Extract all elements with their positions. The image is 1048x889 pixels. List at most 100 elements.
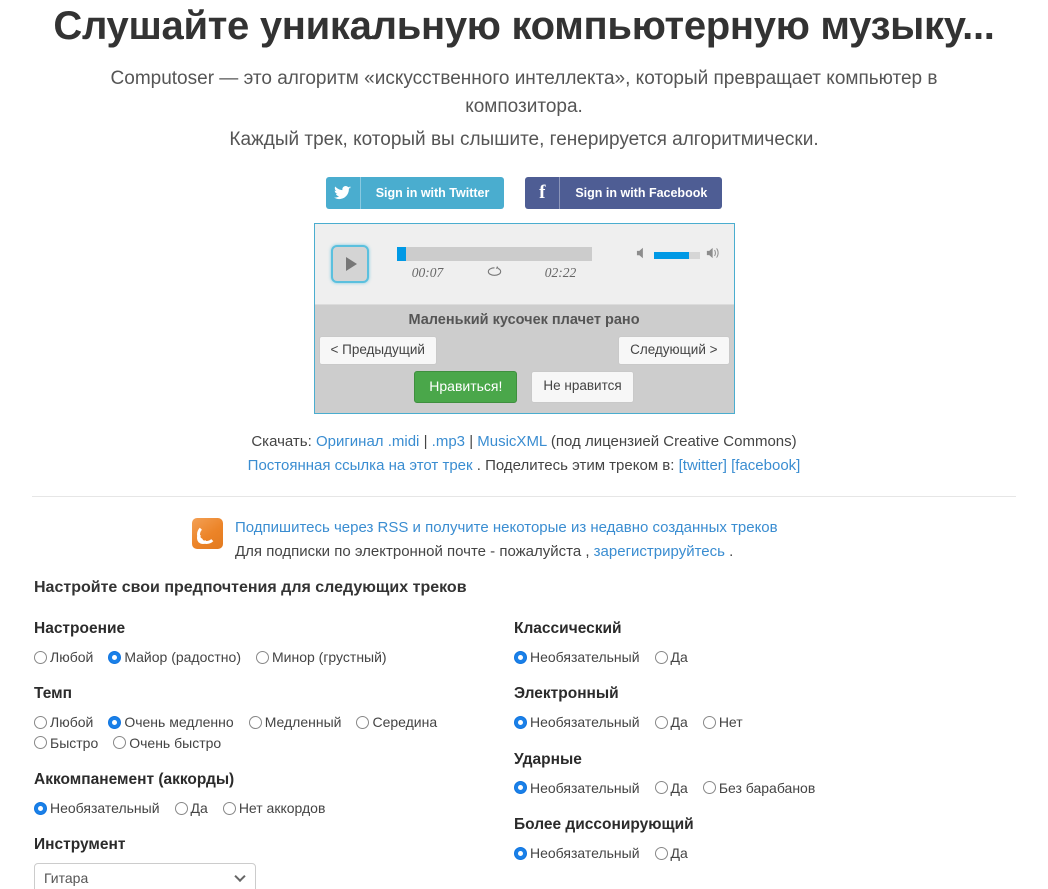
radio-indicator[interactable] xyxy=(108,650,122,664)
license-note: (под лицензией Creative Commons) xyxy=(550,432,797,450)
radio-indicator[interactable] xyxy=(34,801,47,815)
radio-indicator[interactable] xyxy=(248,716,262,730)
download-midi-link[interactable]: Оригинал .midi xyxy=(316,433,419,450)
download-prefix: Скачать: xyxy=(251,432,312,450)
pref-group-настроение: Настроение Любой Майор (радостно) Минор (гр… xyxy=(34,620,514,667)
radio-option-середина[interactable]: Середина xyxy=(356,712,437,732)
radio-option-label: Да xyxy=(670,779,688,796)
previous-track-button[interactable]: < Предыдущий xyxy=(318,335,437,365)
radio-option-label: Необязательный xyxy=(530,649,640,666)
radio-option-необязательный[interactable]: Необязательный xyxy=(514,778,640,798)
audio-player: 00:07 02:22 Маленький кусочек плачет ран… xyxy=(313,222,735,414)
pref-options: Необязательный Да Нет аккордов xyxy=(34,798,514,818)
radio-indicator[interactable] xyxy=(34,716,47,730)
preferences-right-column: Классический Необязательный Да Электронный Н… xyxy=(514,620,1014,889)
radio-option-необязательный[interactable]: Необязательный xyxy=(514,843,640,863)
share-facebook-link[interactable]: [facebook] xyxy=(731,457,800,474)
radio-indicator[interactable] xyxy=(514,846,527,860)
radio-indicator[interactable] xyxy=(34,650,47,664)
radio-indicator[interactable] xyxy=(654,781,668,795)
pref-options: Любой Майор (радостно) Минор (грустный) xyxy=(34,647,514,667)
radio-option-очень-быстро[interactable]: Очень быстро xyxy=(113,733,221,753)
radio-option-любой[interactable]: Любой xyxy=(34,647,93,667)
radio-option-необязательный[interactable]: Необязательный xyxy=(514,647,640,667)
player-rating-row: Нравиться! Не нравится xyxy=(314,370,734,413)
volume-slider-fill xyxy=(653,252,690,260)
radio-option-да[interactable]: Да xyxy=(174,798,208,818)
radio-option-необязательный[interactable]: Необязательный xyxy=(514,712,640,732)
radio-option-нет[interactable]: Нет xyxy=(702,712,743,732)
radio-option-необязательный[interactable]: Необязательный xyxy=(34,798,160,818)
radio-option-да[interactable]: Да xyxy=(654,843,688,863)
radio-indicator[interactable] xyxy=(514,781,527,795)
radio-option-label: Майор (радостно) xyxy=(124,649,241,666)
pref-options: Необязательный Да xyxy=(514,647,1014,667)
play-button[interactable] xyxy=(330,244,369,283)
download-separator-1: | xyxy=(423,432,428,450)
pref-group-ударные: Ударные Необязательный Да Без барабанов xyxy=(514,751,1014,798)
hero-subtitle-secondary: Каждый трек, который вы слышите, генерир… xyxy=(229,129,819,151)
radio-option-да[interactable]: Да xyxy=(654,647,688,667)
radio-option-label: Да xyxy=(670,845,688,862)
radio-indicator[interactable] xyxy=(113,736,127,750)
radio-option-любой[interactable]: Любой xyxy=(34,712,93,732)
next-track-button[interactable]: Следующий > xyxy=(618,335,730,365)
volume-slider[interactable] xyxy=(653,252,700,260)
volume-mute-icon[interactable] xyxy=(635,246,649,265)
radio-option-без-барабанов[interactable]: Без барабанов xyxy=(702,778,816,798)
radio-indicator[interactable] xyxy=(514,650,527,664)
radio-option-нет-аккордов[interactable]: Нет аккордов xyxy=(222,798,325,818)
download-musicxml-link[interactable]: MusicXML xyxy=(477,433,546,450)
permalink-link[interactable]: Постоянная ссылка на этот трек xyxy=(248,457,473,474)
radio-option-label: Без барабанов xyxy=(718,779,816,796)
pref-group-title: Ударные xyxy=(514,750,582,768)
like-button[interactable]: Нравиться! xyxy=(414,370,518,403)
pref-group-title: Аккомпанемент (аккорды) xyxy=(34,771,235,789)
radio-option-быстро[interactable]: Быстро xyxy=(34,733,98,753)
pref-group-инструмент: Инструмент Гитара xyxy=(34,836,514,889)
radio-option-label: Да xyxy=(190,800,208,817)
repeat-icon[interactable] xyxy=(459,265,530,280)
current-time: 00:07 xyxy=(411,264,444,280)
preferences-section: Настройте свои предпочтения для следующи… xyxy=(0,579,1048,889)
radio-indicator[interactable] xyxy=(654,650,668,664)
radio-indicator[interactable] xyxy=(174,801,188,815)
rss-icon[interactable] xyxy=(192,518,223,550)
hero-section: Слушайте уникальную компьютерную музыку.… xyxy=(0,0,1048,154)
sign-in-twitter-button[interactable]: Sign in with Twitter xyxy=(325,176,505,209)
register-link[interactable]: зарегистрируйтесь xyxy=(594,543,725,560)
radio-indicator[interactable] xyxy=(514,716,527,730)
sign-in-facebook-button[interactable]: f Sign in with Facebook xyxy=(525,176,723,209)
radio-option-медленный[interactable]: Медленный xyxy=(248,712,341,732)
facebook-f-icon: f xyxy=(525,176,561,209)
download-mp3-link[interactable]: .mp3 xyxy=(432,433,465,450)
share-twitter-link[interactable]: [twitter] xyxy=(679,457,727,474)
radio-option-да[interactable]: Да xyxy=(654,712,688,732)
share-prefix: . Поделитесь этим треком в: xyxy=(476,457,675,475)
instrument-select[interactable]: Гитара xyxy=(34,863,256,889)
pref-group-title: Инструмент xyxy=(34,836,126,854)
radio-option-да[interactable]: Да xyxy=(654,778,688,798)
preferences-heading: Настройте свои предпочтения для следующи… xyxy=(34,579,467,597)
progress-bar[interactable] xyxy=(396,246,592,261)
radio-indicator[interactable] xyxy=(702,716,716,730)
radio-indicator[interactable] xyxy=(255,650,269,664)
radio-indicator[interactable] xyxy=(34,736,47,750)
pref-options: Любой Очень медленно Медленный Середина Быст… xyxy=(34,712,514,753)
hero-subtitle: Computoser — это алгоритм «искусственног… xyxy=(110,68,938,117)
radio-option-майор-радостно[interactable]: Майор (радостно) xyxy=(108,647,241,667)
radio-option-минор-грустный[interactable]: Минор (грустный) xyxy=(255,647,387,667)
volume-control xyxy=(635,246,722,265)
pref-group-title: Электронный xyxy=(514,685,619,703)
radio-indicator[interactable] xyxy=(108,716,122,730)
radio-indicator[interactable] xyxy=(356,716,370,730)
radio-indicator[interactable] xyxy=(222,801,236,815)
radio-indicator[interactable] xyxy=(654,846,668,860)
radio-indicator[interactable] xyxy=(702,781,716,795)
volume-high-icon[interactable] xyxy=(705,246,722,265)
radio-option-очень-медленно[interactable]: Очень медленно xyxy=(108,712,234,732)
sign-in-facebook-label: Sign in with Facebook xyxy=(575,185,708,200)
dislike-button[interactable]: Не нравится xyxy=(531,370,634,403)
rss-subscribe-link[interactable]: Подпишитесь через RSS и получите некотор… xyxy=(235,519,778,536)
radio-indicator[interactable] xyxy=(654,716,668,730)
